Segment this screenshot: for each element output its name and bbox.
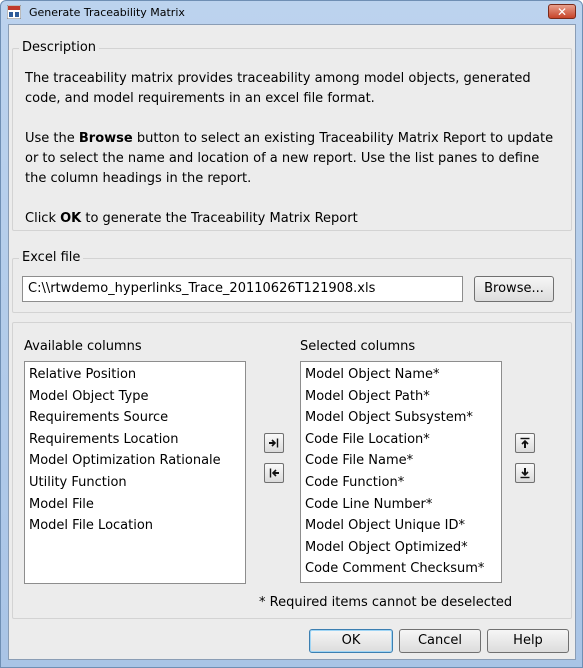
- selected-columns-label: Selected columns: [300, 339, 416, 354]
- list-item[interactable]: Requirements Source: [29, 407, 245, 429]
- list-item[interactable]: Model Object Type: [29, 386, 245, 408]
- ok-button[interactable]: OK: [309, 629, 393, 653]
- remove-column-button[interactable]: [264, 463, 284, 483]
- list-item[interactable]: Model File: [29, 494, 245, 516]
- list-item[interactable]: Model Optimization Rationale: [29, 450, 245, 472]
- description-paragraph-1: The traceability matrix provides traceab…: [25, 71, 531, 106]
- available-columns-list[interactable]: Relative Position Model Object Type Requ…: [24, 361, 246, 584]
- list-item[interactable]: Model Object Optimized*: [305, 537, 501, 559]
- list-item[interactable]: Code Function*: [305, 472, 501, 494]
- move-down-icon: [520, 468, 530, 479]
- list-item[interactable]: Utility Function: [29, 472, 245, 494]
- list-item[interactable]: Code Line Number*: [305, 494, 501, 516]
- list-item[interactable]: Model Object Subsystem*: [305, 407, 501, 429]
- app-icon: [7, 5, 21, 19]
- excel-file-legend: Excel file: [19, 250, 84, 265]
- move-down-button[interactable]: [515, 463, 535, 483]
- remove-column-icon: [269, 468, 279, 478]
- required-items-note: * Required items cannot be deselected: [259, 595, 513, 610]
- list-item[interactable]: Code File Name*: [305, 450, 501, 472]
- description-paragraph-3: Click OK to generate the Traceability Ma…: [25, 211, 358, 226]
- list-item[interactable]: Requirements Location: [29, 429, 245, 451]
- close-button[interactable]: ✕: [548, 4, 576, 19]
- list-item[interactable]: Model File Location: [29, 515, 245, 537]
- selected-columns-list[interactable]: Model Object Name* Model Object Path* Mo…: [300, 361, 502, 583]
- browse-button[interactable]: Browse...: [474, 276, 554, 302]
- description-group: Description The traceability matrix prov…: [12, 40, 572, 231]
- list-item[interactable]: Model Object Unique ID*: [305, 515, 501, 537]
- description-paragraph-2: Use the Browse button to select an exist…: [25, 131, 554, 186]
- add-column-icon: [269, 438, 279, 448]
- move-up-button[interactable]: [515, 433, 535, 453]
- columns-group: Available columns Relative Position Mode…: [12, 322, 572, 619]
- excel-file-group: Excel file C:\\rtwdemo_hyperlinks_Trace_…: [12, 250, 572, 313]
- dialog-window: Generate Traceability Matrix ✕ Descripti…: [0, 0, 583, 668]
- window-title: Generate Traceability Matrix: [29, 6, 185, 19]
- excel-file-path-input[interactable]: C:\\rtwdemo_hyperlinks_Trace_20110626T12…: [22, 276, 463, 302]
- description-legend: Description: [19, 40, 100, 55]
- list-item[interactable]: Model Object Name*: [305, 364, 501, 386]
- add-column-button[interactable]: [264, 433, 284, 453]
- dialog-body: Description The traceability matrix prov…: [8, 24, 576, 660]
- list-item[interactable]: Code File Location*: [305, 429, 501, 451]
- list-item[interactable]: Relative Position: [29, 364, 245, 386]
- title-bar[interactable]: Generate Traceability Matrix ✕: [1, 1, 582, 23]
- cancel-button[interactable]: Cancel: [399, 629, 481, 653]
- help-button[interactable]: Help: [487, 629, 569, 653]
- list-item[interactable]: Code Comment Checksum*: [305, 558, 501, 580]
- move-up-icon: [520, 437, 530, 448]
- list-item[interactable]: Model Object Path*: [305, 386, 501, 408]
- available-columns-label: Available columns: [24, 339, 142, 354]
